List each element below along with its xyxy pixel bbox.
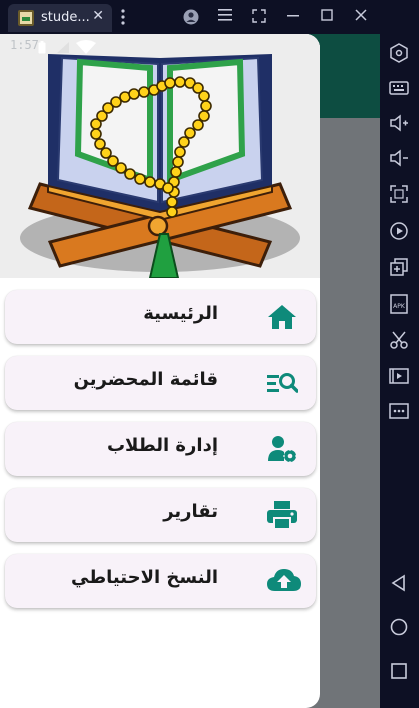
fullscreen-icon[interactable] — [388, 183, 410, 205]
svg-text:APK: APK — [393, 303, 406, 310]
close-tab-icon[interactable]: ✕ — [92, 8, 104, 24]
tab-title: stude... — [41, 10, 90, 25]
menu-item-reports-label: تقارير — [163, 501, 218, 522]
drawer-menu: الرئيسية قائمة المحضرين إدارة الطلاب تقا… — [5, 290, 316, 620]
volume-up-icon[interactable] — [388, 112, 410, 134]
settings-hex-icon[interactable] — [388, 42, 410, 64]
media-icon[interactable] — [388, 365, 410, 387]
emulator-title-bar: stude... ✕ — [0, 0, 419, 34]
menu-kebab-icon[interactable] — [118, 9, 128, 25]
maximize-icon[interactable] — [318, 9, 336, 25]
wifi-icon — [76, 39, 96, 58]
menu-item-reports[interactable]: تقارير — [5, 488, 316, 542]
home-circle-icon[interactable] — [388, 616, 410, 638]
minimize-icon[interactable] — [284, 9, 302, 25]
quran-rosary-illustration — [0, 34, 320, 279]
volume-down-icon[interactable] — [388, 147, 410, 169]
home-icon — [266, 301, 298, 333]
android-screen: 1:57 الرئيسية قائمة المحضرين إدارة الطلا… — [0, 34, 380, 708]
menu-item-backup-label: النسخ الاحتياطي — [71, 567, 218, 588]
apk-icon[interactable]: APK — [388, 293, 410, 315]
battery-icon — [38, 39, 46, 58]
signal-icon — [56, 39, 70, 58]
menu-item-student-management[interactable]: إدارة الطلاب — [5, 422, 316, 476]
screenshot-icon[interactable] — [250, 9, 268, 25]
app-tab[interactable]: stude... ✕ — [8, 4, 112, 32]
recents-icon[interactable] — [388, 660, 410, 682]
more-icon[interactable] — [388, 400, 410, 422]
list-search-icon — [266, 367, 299, 399]
multi-instance-icon[interactable] — [388, 256, 410, 278]
drawer-header-image — [0, 34, 320, 279]
back-icon[interactable] — [388, 572, 410, 594]
user-settings-icon — [266, 433, 298, 465]
app-icon — [18, 10, 34, 26]
menu-item-student-management-label: إدارة الطلاب — [106, 435, 218, 456]
menu-item-home[interactable]: الرئيسية — [5, 290, 316, 344]
record-icon[interactable] — [388, 220, 410, 242]
status-clock: 1:57 — [10, 38, 39, 52]
menu-item-backup[interactable]: النسخ الاحتياطي — [5, 554, 316, 608]
keyboard-icon[interactable] — [388, 77, 410, 99]
android-status-bar: 1:57 — [0, 34, 320, 58]
emulator-sidebar: APK — [380, 34, 419, 708]
printer-icon — [266, 499, 298, 531]
navigation-drawer: 1:57 الرئيسية قائمة المحضرين إدارة الطلا… — [0, 34, 320, 708]
menu-item-attendance-list[interactable]: قائمة المحضرين — [5, 356, 316, 410]
close-window-icon[interactable] — [352, 9, 370, 25]
menu-item-attendance-list-label: قائمة المحضرين — [73, 369, 218, 390]
hamburger-icon[interactable] — [216, 9, 234, 25]
account-icon[interactable] — [182, 9, 200, 25]
cloud-upload-icon — [266, 565, 301, 597]
menu-item-home-label: الرئيسية — [143, 303, 218, 324]
scissors-icon[interactable] — [388, 329, 410, 351]
